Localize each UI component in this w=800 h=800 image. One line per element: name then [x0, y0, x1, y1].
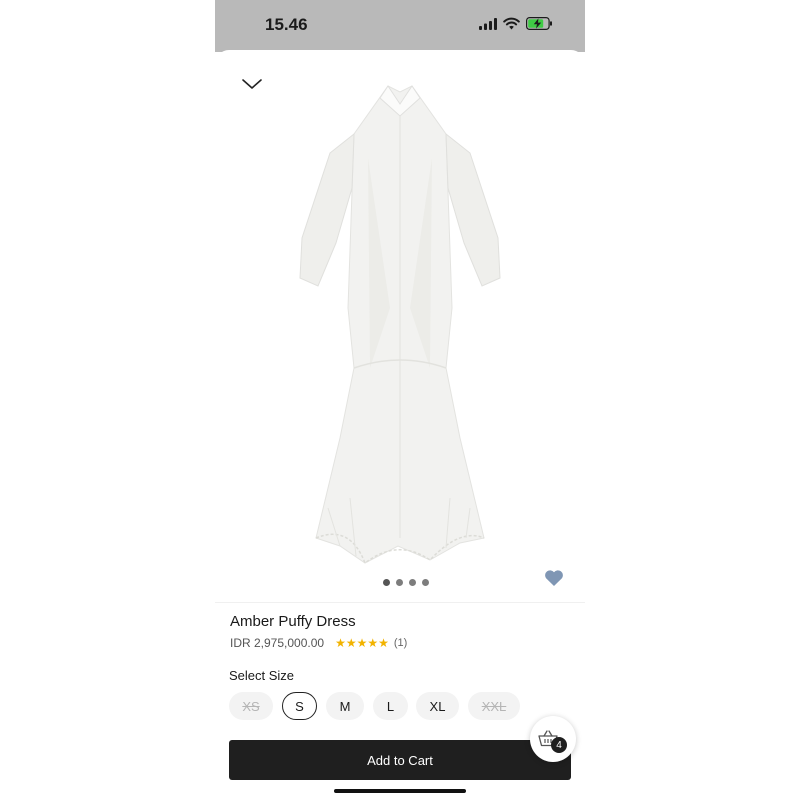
pagination-dot[interactable]: [422, 579, 429, 586]
review-count[interactable]: (1): [394, 637, 407, 649]
phone-screen: 15.46 Amber Puffy Dress IDR 2,975,000.00…: [215, 0, 585, 800]
pagination-dot[interactable]: [396, 579, 403, 586]
size-option-l[interactable]: L: [373, 692, 408, 720]
status-bar: 15.46: [215, 0, 585, 52]
product-price: IDR 2,975,000.00: [230, 636, 325, 650]
status-icons: [479, 17, 553, 30]
divider: [215, 602, 585, 603]
signal-icon: [479, 17, 497, 30]
heart-icon[interactable]: [544, 569, 564, 587]
price-rating-row: IDR 2,975,000.00 ★★★★★ (1): [230, 636, 407, 650]
chevron-down-icon[interactable]: [241, 77, 263, 91]
cart-count-badge: 4: [551, 737, 567, 753]
status-time: 15.46: [265, 15, 308, 34]
pagination-dot[interactable]: [383, 579, 390, 586]
size-option-xxl[interactable]: XXL: [468, 692, 520, 720]
size-option-xs[interactable]: XS: [229, 692, 273, 720]
product-title: Amber Puffy Dress: [230, 613, 356, 630]
rating-stars[interactable]: ★★★★★: [335, 636, 389, 650]
size-option-m[interactable]: M: [326, 692, 364, 720]
pagination-dot[interactable]: [409, 579, 416, 586]
select-size-label: Select Size: [229, 668, 295, 683]
product-image[interactable]: [270, 68, 530, 590]
wifi-icon: [503, 17, 520, 30]
product-sheet: Amber Puffy Dress IDR 2,975,000.00 ★★★★★…: [215, 50, 585, 800]
home-indicator: [334, 789, 466, 793]
size-option-s[interactable]: S: [282, 692, 317, 720]
size-option-xl[interactable]: XL: [416, 692, 459, 720]
cart-button[interactable]: 4: [530, 716, 576, 762]
battery-charging-icon: [526, 17, 552, 30]
add-to-cart-button[interactable]: Add to Cart: [229, 740, 571, 780]
image-pagination: [383, 579, 429, 586]
